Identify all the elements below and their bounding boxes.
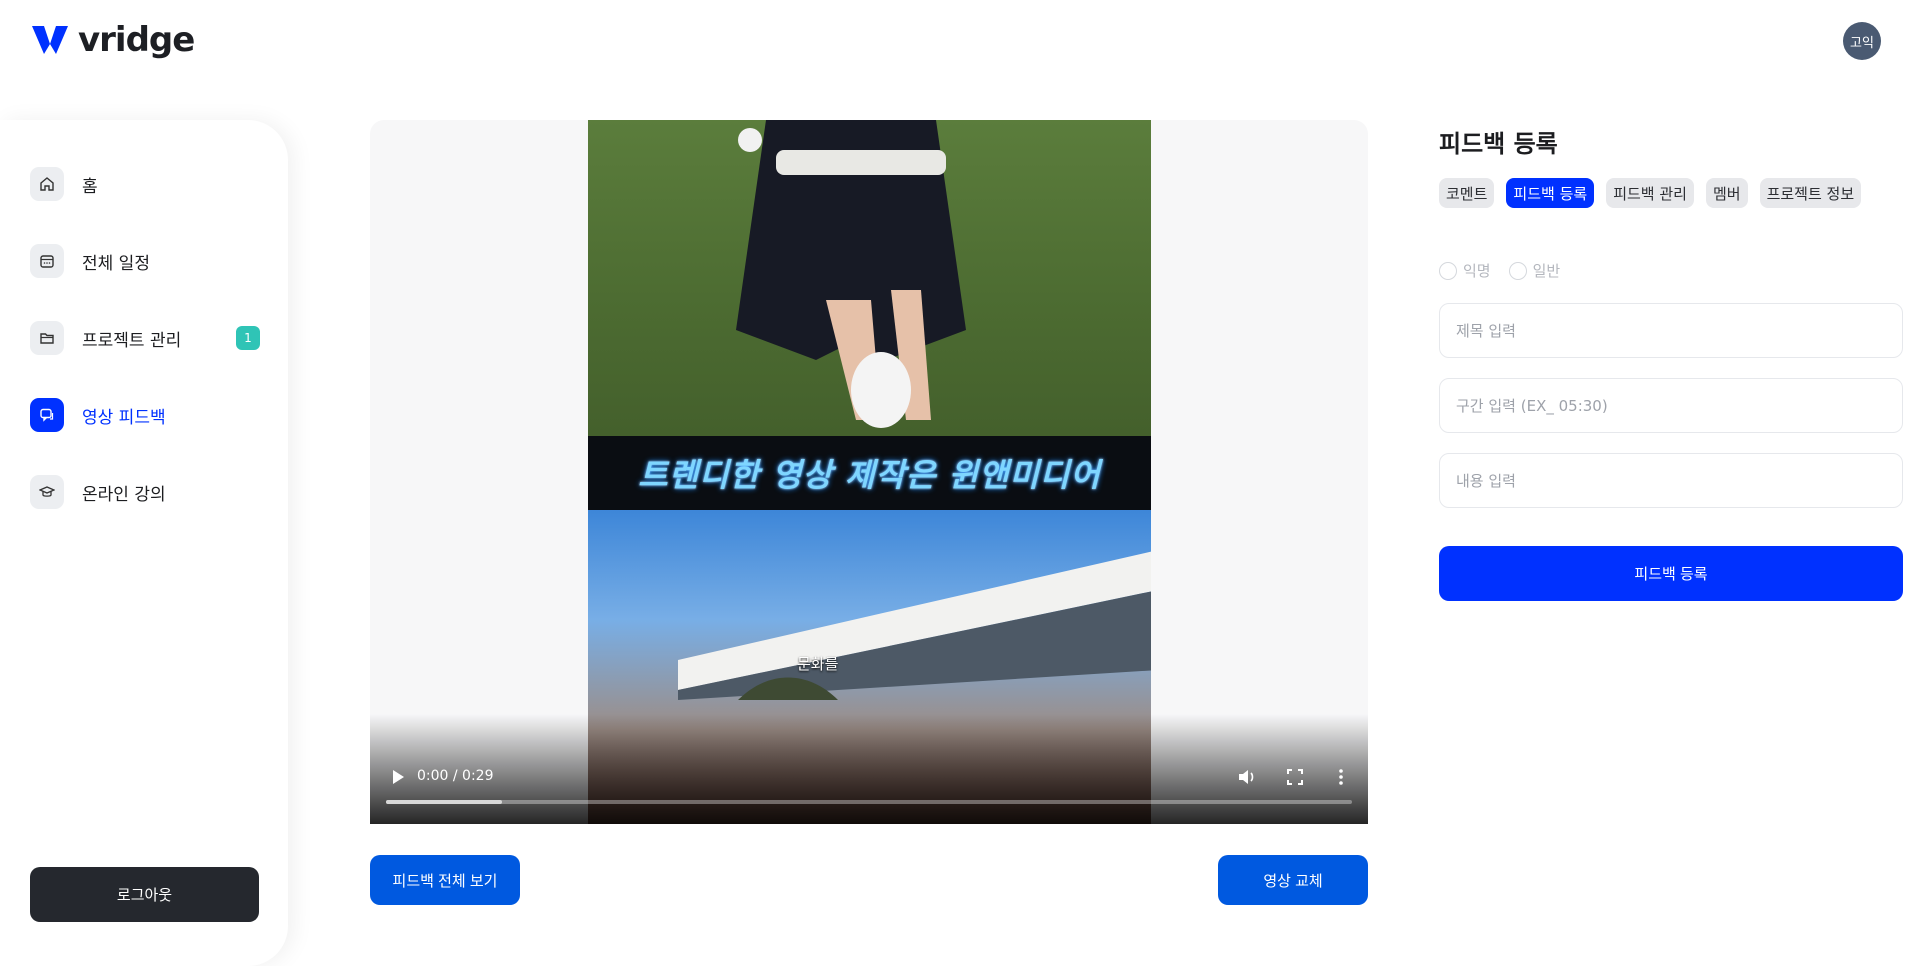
time-range-input[interactable]: 구간 입력 (EX_ 05:30) [1439, 378, 1903, 433]
video-scene-golf [588, 120, 1151, 436]
feedback-type-radios: 익명 일반 [1439, 260, 1560, 281]
sidebar-item-label: 전체 일정 [82, 253, 150, 274]
sidebar-item-home[interactable]: 홈 [30, 166, 260, 202]
play-icon[interactable] [388, 767, 408, 787]
sidebar-item-label: 프로젝트 관리 [82, 330, 182, 351]
sidebar-item-online-lecture[interactable]: 온라인 강의 [30, 474, 260, 510]
video-controls [370, 714, 1368, 824]
golfer-figure [736, 120, 966, 428]
video-player[interactable]: 트렌디한 영상 제작은 윈앤미디어 문화를 0:00 / 0:29 [370, 120, 1368, 824]
avatar[interactable]: 고익 [1843, 22, 1881, 60]
submit-feedback-button[interactable]: 피드백 등록 [1439, 546, 1903, 601]
feedback-tabs: 코멘트 피드백 등록 피드백 관리 멤버 프로젝트 정보 [1439, 178, 1862, 208]
tab-project-info[interactable]: 프로젝트 정보 [1759, 178, 1862, 208]
tab-feedback-manage[interactable]: 피드백 관리 [1606, 178, 1694, 208]
folder-icon [30, 321, 64, 355]
chat-icon [30, 398, 64, 432]
brand-name: vridge [78, 20, 195, 60]
building-image [678, 551, 1151, 700]
content-input[interactable]: 내용 입력 [1439, 453, 1903, 508]
graduation-cap-icon [30, 475, 64, 509]
notification-badge: 1 [236, 326, 260, 350]
title-input[interactable]: 제목 입력 [1439, 303, 1903, 358]
replace-video-button[interactable]: 영상 교체 [1218, 855, 1368, 905]
sidebar-item-video-feedback[interactable]: 영상 피드백 [30, 397, 260, 433]
tab-members[interactable]: 멤버 [1705, 178, 1748, 208]
sidebar-item-label: 영상 피드백 [82, 407, 166, 428]
radio-anonymous-label: 익명 [1463, 262, 1491, 280]
tab-feedback-register[interactable]: 피드백 등록 [1506, 178, 1595, 208]
golf-ball [738, 128, 762, 152]
sidebar-item-label: 홈 [82, 176, 98, 197]
sidebar-item-label: 온라인 강의 [82, 484, 166, 505]
sidebar-item-schedule[interactable]: 전체 일정 [30, 243, 260, 279]
logout-button[interactable]: 로그아웃 [30, 867, 259, 922]
brand-logo[interactable]: vridge [30, 20, 195, 60]
radio-circle[interactable] [1508, 261, 1527, 280]
video-subtitle-band: 트렌디한 영상 제작은 윈앤미디어 [588, 436, 1151, 510]
tab-comment[interactable]: 코멘트 [1439, 178, 1495, 208]
more-options-icon[interactable] [1330, 766, 1352, 788]
sidebar: 홈 전체 일정 프로젝트 관리 1 영상 피드백 온라인 강의 로그아웃 [0, 120, 288, 966]
page-title: 피드백 등록 [1439, 130, 1558, 158]
calendar-icon [30, 244, 64, 278]
logo-mark-icon [32, 26, 68, 54]
video-time: 0:00 / 0:29 [417, 768, 494, 784]
radio-normal[interactable]: 일반 [1508, 260, 1561, 281]
fullscreen-icon[interactable] [1284, 766, 1306, 788]
video-caption: 문화를 [797, 655, 839, 673]
radio-circle[interactable] [1439, 261, 1457, 280]
video-progress-bar[interactable] [386, 800, 1352, 804]
volume-icon[interactable] [1236, 766, 1258, 788]
home-icon [30, 167, 64, 201]
radio-normal-label: 일반 [1532, 262, 1561, 280]
radio-anonymous[interactable]: 익명 [1439, 260, 1491, 281]
video-buffered-fill [386, 800, 502, 804]
sidebar-item-projects[interactable]: 프로젝트 관리 1 [30, 320, 260, 356]
video-subtitle: 트렌디한 영상 제작은 윈앤미디어 [638, 456, 1101, 494]
all-feedback-button[interactable]: 피드백 전체 보기 [370, 855, 520, 905]
